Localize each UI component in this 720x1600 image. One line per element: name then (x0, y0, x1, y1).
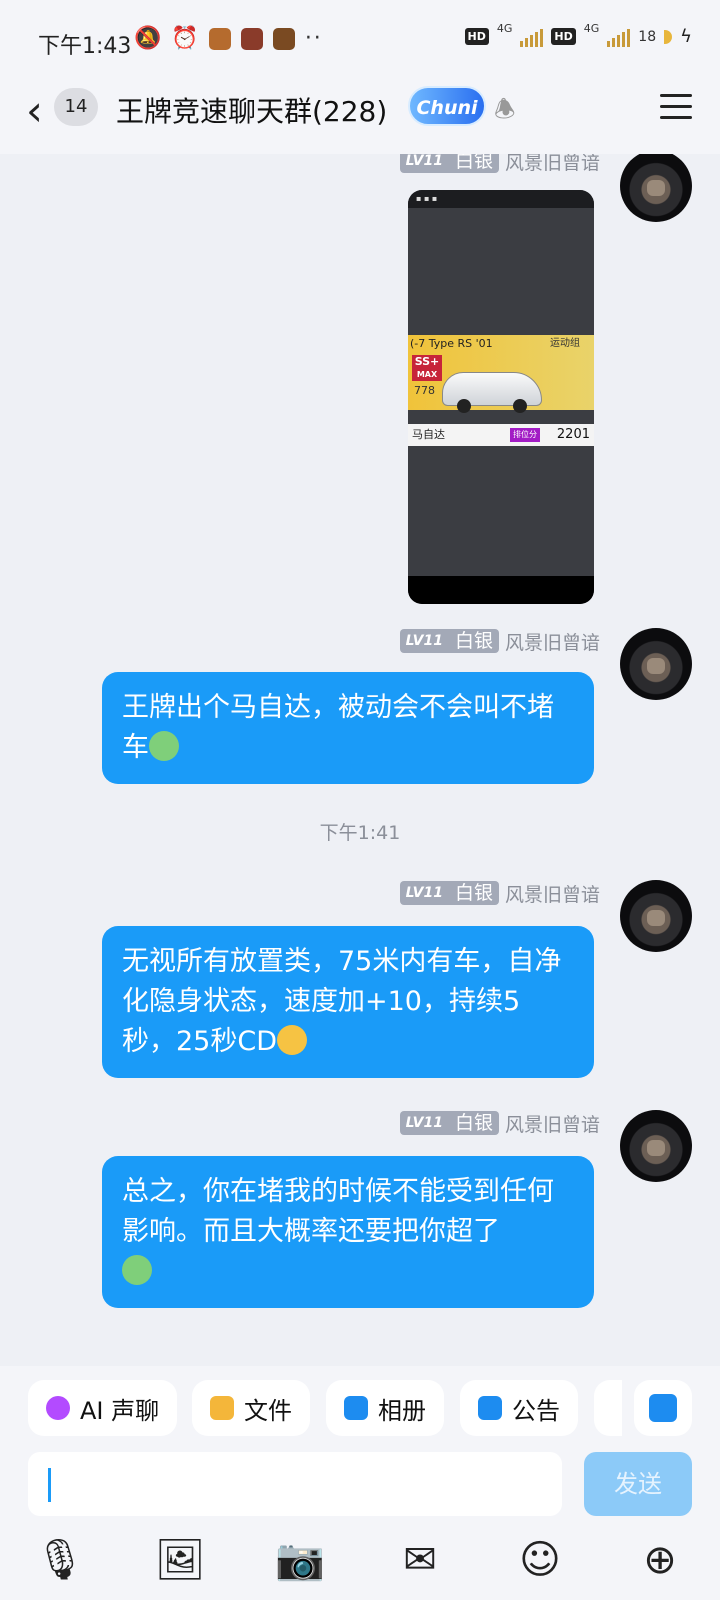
message-text: 总之，你在堵我的时候不能受到任何影响。而且大概率还要把你超了 (122, 1176, 554, 1247)
rank-label: 排位分 (510, 428, 540, 442)
car-title-row: (-7 Type RS '01 运动组 (408, 335, 594, 353)
message-bubble[interactable]: 总之，你在堵我的时候不能受到任何影响。而且大概率还要把你超了 (102, 1156, 594, 1308)
car-image (442, 372, 542, 413)
sender-name[interactable]: 风景旧曾谙 (505, 880, 600, 907)
quick-actions-bar: AI 声聊 文件 相册 公告 (0, 1366, 720, 1442)
rank-badge: 白银 (448, 629, 499, 653)
sender-meta: LV11 白银 风景旧曾谙 (399, 628, 600, 655)
sender-meta: LV11 白银 风景旧曾谙 (399, 154, 600, 175)
quick-action-overflow[interactable] (594, 1380, 622, 1436)
chat-area[interactable]: LV11 白银 风景旧曾谙 ▪ ▪ ▪ (-7 Type RS '01 运动组 … (0, 154, 720, 1366)
message-text: 无视所有放置类，75米内有车，自净化隐身状态，速度加+10，持续5秒，25秒CD (122, 946, 562, 1057)
charging-icon: ϟ (680, 26, 692, 47)
image-status-bar: ▪ ▪ ▪ (408, 190, 594, 208)
battery-icon (664, 29, 673, 44)
menu-icon[interactable] (660, 94, 692, 120)
sender-name[interactable]: 风景旧曾谙 (505, 1110, 600, 1137)
more-dots-icon: ·· (304, 26, 323, 51)
ai-voice-icon (46, 1396, 70, 1420)
text-cursor (48, 1468, 51, 1502)
sender-name[interactable]: 风景旧曾谙 (505, 628, 600, 655)
app-icon (272, 27, 295, 50)
rank-score: 2201 (556, 427, 590, 442)
quick-action-label: AI 声聊 (80, 1396, 160, 1425)
grade: SS+ (414, 355, 440, 368)
notice-icon (478, 1396, 502, 1420)
quick-action-label: 公告 (512, 1396, 560, 1425)
level-badge: LV11 (399, 629, 449, 653)
rank-badge: 白银 (448, 1111, 499, 1135)
signal-icon (607, 27, 631, 47)
camera-icon[interactable]: 📷 (272, 1532, 328, 1588)
emoji-icon (149, 730, 179, 761)
rank-badge: 白银 (448, 881, 499, 905)
send-button[interactable]: 发送 (584, 1452, 692, 1516)
ear-icon[interactable]: 🕭 (494, 92, 515, 133)
rank-badge: 白银 (448, 154, 499, 173)
album-icon (344, 1396, 368, 1420)
status-right: HD 4G HD 4G 18 ϟ (464, 22, 692, 47)
album-button[interactable]: 相册 (326, 1380, 444, 1436)
red-packet-icon[interactable]: ✉ (392, 1532, 448, 1588)
apps-grid-icon (649, 1394, 677, 1422)
message-bubble[interactable]: 王牌出个马自达，被动会不会叫不堵车 (102, 672, 594, 784)
ai-voice-chat-button[interactable]: AI 声聊 (28, 1380, 178, 1436)
unread-count-badge[interactable]: 14 (54, 88, 98, 126)
car-group: 运动组 (550, 338, 580, 349)
message-input[interactable] (28, 1452, 562, 1516)
message-bubble[interactable]: 无视所有放置类，75米内有车，自净化隐身状态，速度加+10，持续5秒，25秒CD (102, 926, 594, 1078)
avatar[interactable] (620, 1110, 692, 1182)
emoji-icon (122, 1254, 152, 1285)
avatar[interactable] (620, 880, 692, 952)
file-button[interactable]: 文件 (192, 1380, 310, 1436)
grade-sub: MAX (416, 370, 438, 379)
image-icon[interactable]: 🖼 (152, 1532, 208, 1588)
quick-action-label: 相册 (378, 1396, 426, 1425)
car-title: (-7 Type RS '01 (410, 337, 493, 350)
battery-level: 18 (638, 28, 657, 45)
folder-icon (210, 1396, 234, 1420)
emoji-icon[interactable]: ☺ (512, 1532, 568, 1588)
level-badge: LV11 (399, 881, 449, 905)
level-badge: LV11 (399, 1111, 449, 1135)
avatar[interactable] (620, 154, 692, 222)
app-icon (240, 27, 263, 50)
signal-icon (520, 27, 544, 47)
mute-icon: 🔕 (134, 26, 162, 51)
car-footer: 马自达 排位分 2201 (408, 424, 594, 446)
message-text: 王牌出个马自达，被动会不会叫不堵车 (122, 692, 554, 763)
sender-name[interactable]: 风景旧曾谙 (505, 154, 600, 175)
sender-meta: LV11 白银 风景旧曾谙 (399, 1110, 600, 1137)
hd-icon: HD (464, 28, 489, 45)
quick-action-label: 文件 (244, 1396, 292, 1425)
app-icon (208, 27, 231, 50)
image-message[interactable]: ▪ ▪ ▪ (-7 Type RS '01 运动组 SS+ MAX 778 马自… (408, 190, 594, 604)
microphone-icon[interactable]: 🎙 (32, 1532, 88, 1588)
apps-button[interactable] (634, 1380, 692, 1436)
bottom-toolbar: 🎙 🖼 📷 ✉ ☺ ⊕ (0, 1520, 720, 1600)
network-label: 4G (496, 22, 513, 35)
timestamp: 下午1:41 (319, 822, 401, 844)
input-row: 发送 (0, 1442, 720, 1520)
level-badge: LV11 (399, 154, 449, 173)
laugh-emoji-icon (277, 1024, 307, 1055)
car-brand: 马自达 (412, 428, 445, 441)
car-power: 778 (414, 384, 435, 397)
sender-meta: LV11 白银 风景旧曾谙 (399, 880, 600, 907)
plus-icon[interactable]: ⊕ (632, 1532, 688, 1588)
status-bar: 下午1:43 🔕 ⏰ ·· HD 4G HD 4G 18 ϟ (0, 0, 720, 80)
status-time: 下午1:43 (38, 34, 132, 59)
vip-badge[interactable]: Chuni (408, 86, 486, 126)
image-nav-bar (408, 576, 594, 604)
group-title[interactable]: 王牌竞速聊天群(228) (116, 90, 387, 130)
network-label: 4G (583, 22, 600, 35)
status-icons: 🔕 ⏰ ·· (134, 26, 323, 51)
back-icon[interactable]: ‹ (26, 90, 43, 132)
avatar[interactable] (620, 628, 692, 700)
hd-icon: HD (551, 28, 576, 45)
alarm-icon: ⏰ (171, 26, 199, 51)
notice-button[interactable]: 公告 (460, 1380, 578, 1436)
grade-badge: SS+ MAX (412, 355, 442, 381)
chat-header: ‹ 14 王牌竞速聊天群(228) Chuni 🕭 (0, 80, 720, 154)
